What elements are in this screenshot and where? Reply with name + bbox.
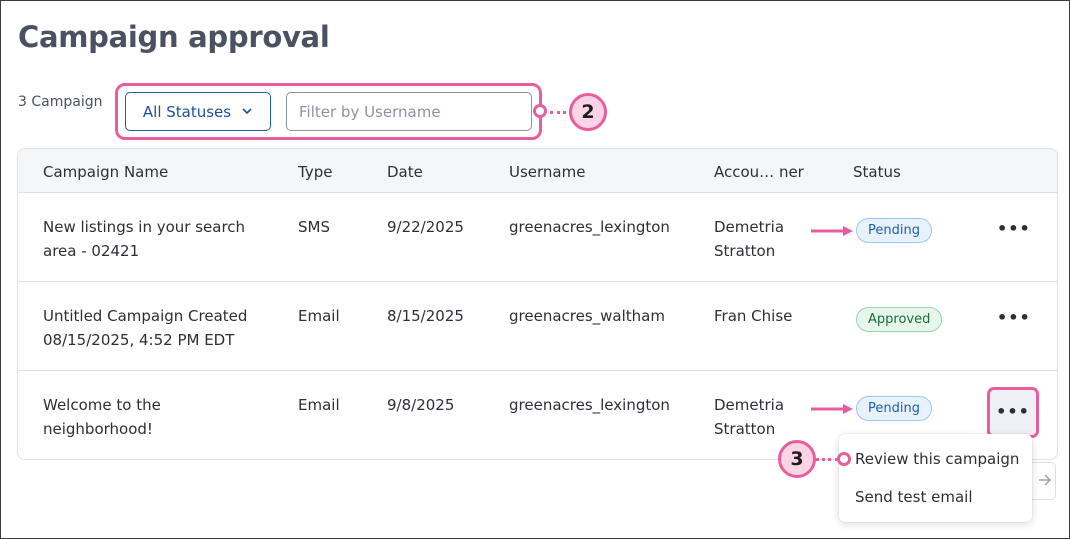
col-campaign-name[interactable]: Campaign Name — [43, 163, 168, 181]
campaign-type: SMS — [298, 218, 330, 236]
col-account-owner[interactable]: Accou… ner — [714, 163, 804, 181]
ellipsis-icon[interactable]: ••• — [997, 309, 1030, 333]
status-badge: Pending — [856, 396, 932, 421]
table-row[interactable]: Untitled Campaign Created 08/15/2025, 4:… — [18, 282, 1057, 371]
campaign-username: greenacres_lexington — [509, 218, 670, 236]
status-filter-label: All Statuses — [142, 102, 232, 121]
status-badge: Approved — [856, 307, 943, 332]
chevron-down-icon — [241, 103, 253, 121]
pink-arrow-icon — [811, 404, 855, 414]
campaign-table: Campaign Name Type Date Username Accou… … — [17, 148, 1058, 460]
callout-3-badge: 3 — [778, 440, 816, 478]
campaign-name: Untitled Campaign Created 08/15/2025, 4:… — [43, 307, 248, 349]
campaign-owner: Fran Chise — [714, 307, 793, 325]
status-badge: Pending — [856, 218, 932, 243]
campaign-count: 3 Campaign — [18, 94, 103, 110]
ellipsis-icon[interactable]: ••• — [997, 220, 1030, 244]
callout-2-badge: 2 — [569, 93, 607, 131]
username-filter-input[interactable] — [286, 92, 532, 131]
col-username[interactable]: Username — [509, 163, 585, 181]
campaign-username: greenacres_waltham — [509, 307, 665, 325]
col-status[interactable]: Status — [853, 163, 901, 181]
campaign-date: 8/15/2025 — [387, 307, 464, 325]
campaign-name: Welcome to the neighborhood! — [43, 396, 161, 438]
table-header: Campaign Name Type Date Username Accou… … — [18, 149, 1057, 193]
callout-3-connector — [815, 458, 839, 461]
table-row[interactable]: New listings in your search area - 02421… — [18, 193, 1057, 282]
col-type[interactable]: Type — [298, 163, 332, 181]
page-title: Campaign approval — [18, 20, 330, 54]
campaign-owner: Demetria Stratton — [714, 218, 785, 260]
menu-item-send-test-email[interactable]: Send test email — [855, 488, 973, 506]
callout-2-dot — [533, 104, 547, 118]
campaign-owner: Demetria Stratton — [714, 396, 785, 438]
campaign-date: 9/8/2025 — [387, 396, 455, 414]
menu-item-review-campaign[interactable]: Review this campaign — [855, 450, 1019, 468]
campaign-username: greenacres_lexington — [509, 396, 670, 414]
callout-3-dot — [837, 452, 851, 466]
campaign-type: Email — [298, 307, 340, 325]
campaign-name: New listings in your search area - 02421 — [43, 218, 246, 260]
campaign-type: Email — [298, 396, 340, 414]
campaign-date: 9/22/2025 — [387, 218, 464, 236]
status-filter-select[interactable]: All Statuses — [125, 92, 271, 131]
row-actions-button-highlighted[interactable]: ••• — [987, 387, 1039, 438]
row-actions-menu: Review this campaign Send test email — [839, 434, 1032, 522]
arrow-right-icon — [1038, 472, 1052, 491]
col-date[interactable]: Date — [387, 163, 423, 181]
ellipsis-icon: ••• — [996, 402, 1030, 421]
pink-arrow-icon — [811, 226, 855, 236]
